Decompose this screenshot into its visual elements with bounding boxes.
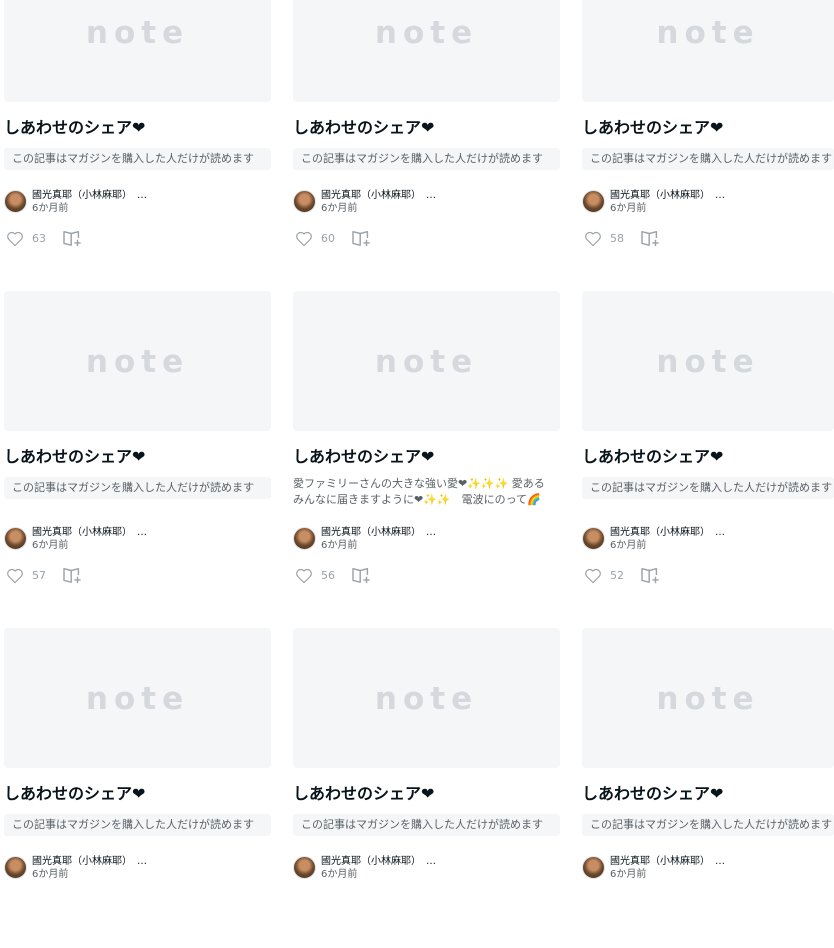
note-logo: note — [374, 681, 479, 717]
post-time: 6か月前 — [321, 203, 358, 214]
author-avatar[interactable] — [4, 190, 27, 213]
paid-notice: この記事はマガジンを購入した人だけが読めます — [4, 148, 271, 170]
like-count: 56 — [321, 569, 335, 582]
paid-notice: この記事はマガジンを購入した人だけが読めます — [293, 148, 560, 170]
magazine-add-icon[interactable] — [640, 229, 662, 247]
article-title[interactable]: しあわせのシェア❤ — [4, 784, 272, 804]
article-title[interactable]: しあわせのシェア❤ — [4, 447, 272, 467]
author-name[interactable]: 國光真耶（小林麻耶） … — [321, 856, 436, 868]
post-time: 6か月前 — [32, 869, 69, 880]
article-card[interactable]: note しあわせのシェア❤ この記事はマガジンを購入した人だけが読めます 國光… — [582, 628, 834, 948]
author-name[interactable]: 國光真耶（小林麻耶） … — [32, 527, 147, 539]
author-avatar[interactable] — [4, 527, 27, 550]
article-title[interactable]: しあわせのシェア❤ — [582, 784, 834, 804]
article-card[interactable]: note しあわせのシェア❤ この記事はマガジンを購入した人だけが読めます 國光… — [4, 291, 272, 611]
article-thumbnail[interactable]: note — [293, 0, 560, 102]
author-name[interactable]: 國光真耶（小林麻耶） … — [321, 190, 436, 202]
author-avatar[interactable] — [293, 190, 316, 213]
magazine-add-icon[interactable] — [640, 566, 662, 584]
heart-icon[interactable] — [584, 567, 602, 584]
article-thumbnail[interactable]: note — [4, 291, 271, 431]
article-title[interactable]: しあわせのシェア❤ — [582, 447, 834, 467]
article-card[interactable]: note しあわせのシェア❤ この記事はマガジンを購入した人だけが読めます 國光… — [582, 0, 834, 282]
paid-notice: この記事はマガジンを購入した人だけが読めます — [4, 814, 271, 836]
note-logo: note — [656, 344, 760, 380]
post-time: 6か月前 — [32, 540, 69, 551]
article-thumbnail[interactable]: note — [4, 0, 271, 102]
paid-notice: この記事はマガジンを購入した人だけが読めます — [4, 477, 271, 499]
article-thumbnail[interactable]: note — [582, 0, 834, 102]
author-avatar[interactable] — [293, 527, 316, 550]
note-logo: note — [85, 15, 190, 51]
author-avatar[interactable] — [4, 856, 27, 879]
article-title[interactable]: しあわせのシェア❤ — [293, 118, 561, 138]
article-thumbnail[interactable]: note — [293, 628, 560, 768]
paid-notice: この記事はマガジンを購入した人だけが読めます — [582, 148, 834, 170]
article-title[interactable]: しあわせのシェア❤ — [582, 118, 834, 138]
author-name[interactable]: 國光真耶（小林麻耶） … — [32, 856, 147, 868]
article-thumbnail[interactable]: note — [582, 291, 834, 431]
note-logo: note — [656, 15, 760, 51]
post-time: 6か月前 — [321, 869, 358, 880]
article-grid: note しあわせのシェア❤ この記事はマガジンを購入した人だけが読めます 國光… — [0, 0, 834, 881]
like-count: 63 — [32, 232, 46, 245]
post-time: 6か月前 — [321, 540, 358, 551]
post-time: 6か月前 — [32, 203, 69, 214]
heart-icon[interactable] — [295, 567, 313, 584]
magazine-add-icon[interactable] — [62, 229, 84, 247]
like-count: 52 — [610, 569, 624, 582]
author-name[interactable]: 國光真耶（小林麻耶） … — [610, 527, 725, 539]
author-avatar[interactable] — [293, 856, 316, 879]
author-name[interactable]: 國光真耶（小林麻耶） … — [610, 190, 725, 202]
article-title[interactable]: しあわせのシェア❤ — [293, 447, 561, 467]
article-card[interactable]: note しあわせのシェア❤ この記事はマガジンを購入した人だけが読めます 國光… — [293, 628, 561, 948]
note-logo: note — [374, 344, 479, 380]
heart-icon[interactable] — [6, 230, 24, 247]
article-thumbnail[interactable]: note — [4, 628, 271, 768]
paid-notice: この記事はマガジンを購入した人だけが読めます — [582, 814, 834, 836]
note-logo: note — [374, 15, 479, 51]
post-time: 6か月前 — [610, 203, 647, 214]
article-card[interactable]: note しあわせのシェア❤ この記事はマガジンを購入した人だけが読めます 國光… — [4, 0, 272, 282]
article-card[interactable]: note しあわせのシェア❤ 愛ファミリーさんの大きな強い愛❤✨✨✨ 愛あるみん… — [293, 291, 561, 611]
note-logo: note — [656, 681, 760, 717]
article-card[interactable]: note しあわせのシェア❤ この記事はマガジンを購入した人だけが読めます 國光… — [293, 0, 561, 282]
post-time: 6か月前 — [610, 869, 647, 880]
article-title[interactable]: しあわせのシェア❤ — [293, 784, 561, 804]
heart-icon[interactable] — [6, 567, 24, 584]
heart-icon[interactable] — [584, 230, 602, 247]
note-logo: note — [85, 681, 190, 717]
article-thumbnail[interactable]: note — [582, 628, 834, 768]
note-logo: note — [85, 344, 190, 380]
article-thumbnail[interactable]: note — [293, 291, 560, 431]
paid-notice: この記事はマガジンを購入した人だけが読めます — [582, 477, 834, 499]
like-count: 60 — [321, 232, 335, 245]
article-excerpt: 愛ファミリーさんの大きな強い愛❤✨✨✨ 愛あるみんなに届きますように❤✨✨ 電波… — [293, 477, 545, 506]
article-card[interactable]: note しあわせのシェア❤ この記事はマガジンを購入した人だけが読めます 國光… — [4, 628, 272, 948]
author-name[interactable]: 國光真耶（小林麻耶） … — [32, 190, 147, 202]
like-count: 58 — [610, 232, 624, 245]
magazine-add-icon[interactable] — [351, 566, 373, 584]
author-name[interactable]: 國光真耶（小林麻耶） … — [610, 856, 725, 868]
author-avatar[interactable] — [582, 527, 605, 550]
post-time: 6か月前 — [610, 540, 647, 551]
author-avatar[interactable] — [582, 190, 605, 213]
article-title[interactable]: しあわせのシェア❤ — [4, 118, 272, 138]
article-card[interactable]: note しあわせのシェア❤ この記事はマガジンを購入した人だけが読めます 國光… — [582, 291, 834, 611]
heart-icon[interactable] — [295, 230, 313, 247]
magazine-add-icon[interactable] — [62, 566, 84, 584]
author-avatar[interactable] — [582, 856, 605, 879]
author-name[interactable]: 國光真耶（小林麻耶） … — [321, 527, 436, 539]
like-count: 57 — [32, 569, 46, 582]
paid-notice: この記事はマガジンを購入した人だけが読めます — [293, 814, 560, 836]
magazine-add-icon[interactable] — [351, 229, 373, 247]
